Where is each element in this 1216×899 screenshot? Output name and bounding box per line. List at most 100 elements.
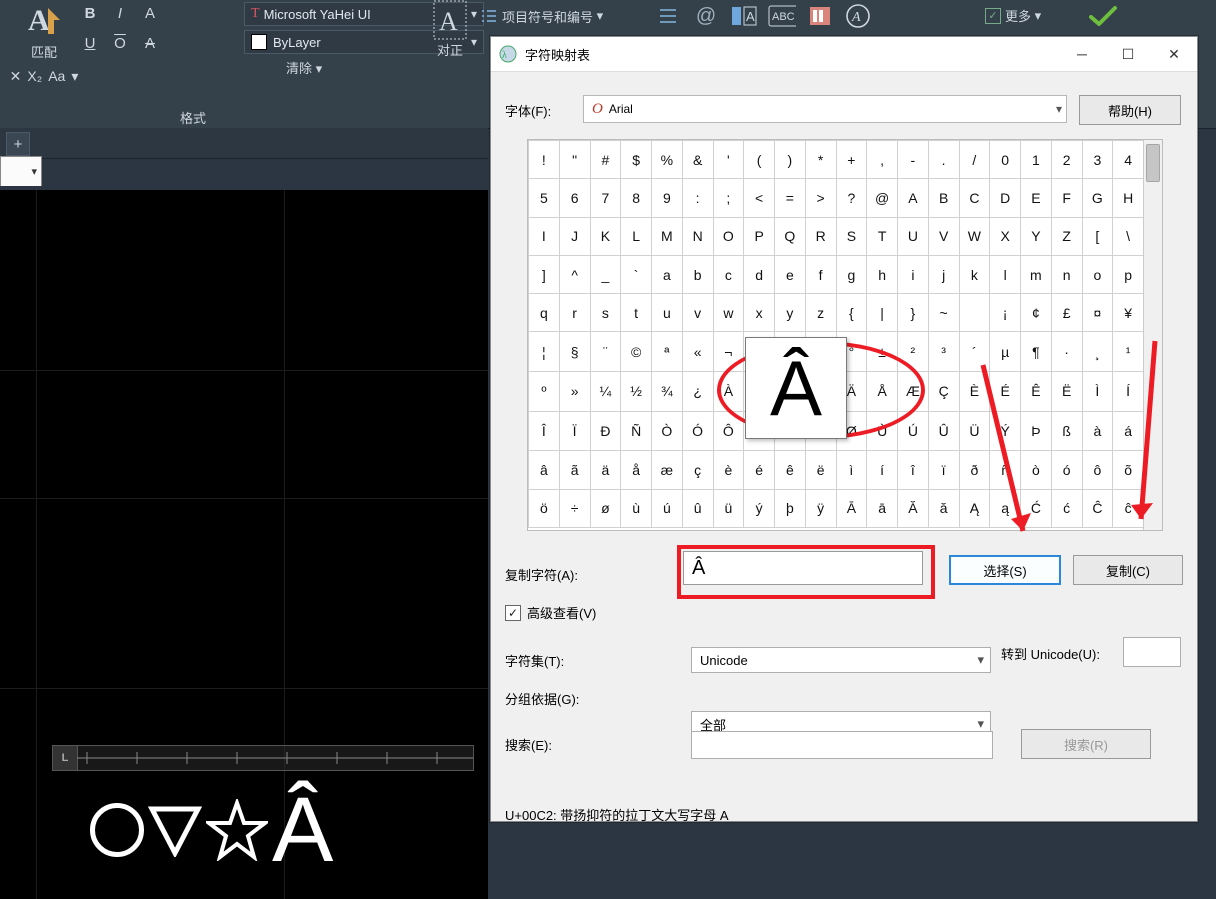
new-tab-button[interactable]: + [6, 132, 30, 156]
char-cell[interactable]: ¥ [1113, 294, 1144, 332]
char-cell[interactable]: ; [713, 179, 744, 217]
char-cell[interactable]: X [990, 217, 1021, 255]
char-cell[interactable]: , [867, 141, 898, 179]
char-cell[interactable]: ð [959, 451, 990, 489]
char-cell[interactable]: O [713, 217, 744, 255]
char-cell[interactable]: d [744, 255, 775, 293]
char-cell[interactable]: @ [867, 179, 898, 217]
char-cell[interactable]: V [928, 217, 959, 255]
char-cell[interactable]: ] [529, 255, 560, 293]
char-cell[interactable]: ¤ [1082, 294, 1113, 332]
char-cell[interactable]: Ă [898, 489, 929, 527]
char-cell[interactable]: " [559, 141, 590, 179]
char-cell[interactable]: % [652, 141, 683, 179]
char-cell[interactable]: v [682, 294, 713, 332]
char-cell[interactable]: ' [713, 141, 744, 179]
char-cell[interactable]: l [990, 255, 1021, 293]
char-cell[interactable]: ¨ [590, 332, 621, 371]
char-cell[interactable]: Ĉ [1082, 489, 1113, 527]
char-cell[interactable]: Û [928, 412, 959, 451]
char-cell[interactable]: ñ [990, 451, 1021, 489]
char-cell[interactable]: ù [621, 489, 652, 527]
match-icon[interactable]: A [24, 0, 64, 40]
char-cell[interactable]: Ì [1082, 371, 1113, 411]
char-cell[interactable]: § [559, 332, 590, 371]
char-cell[interactable]: y [775, 294, 806, 332]
char-cell[interactable]: o [1082, 255, 1113, 293]
char-cell[interactable]: ¶ [1021, 332, 1052, 371]
char-cell[interactable]: · [1051, 332, 1082, 371]
char-cell[interactable]: M [652, 217, 683, 255]
char-cell[interactable]: p [1113, 255, 1144, 293]
at-symbol-icon[interactable]: @ [692, 4, 720, 28]
minimize-button[interactable]: ─ [1059, 37, 1105, 71]
char-cell[interactable]: ½ [621, 371, 652, 411]
char-cell[interactable]: Ā [836, 489, 867, 527]
char-cell[interactable]: ÿ [805, 489, 836, 527]
char-cell[interactable]: E [1021, 179, 1052, 217]
char-cell[interactable]: 7 [590, 179, 621, 217]
underline-icon[interactable]: U [78, 32, 102, 54]
char-cell[interactable]: ¢ [1021, 294, 1052, 332]
drawing-canvas[interactable]: L Â [0, 190, 488, 899]
char-cell[interactable]: ` [621, 255, 652, 293]
char-cell[interactable]: à [1082, 412, 1113, 451]
char-cell[interactable]: ø [590, 489, 621, 527]
strike-icon[interactable]: A [138, 32, 162, 54]
char-cell[interactable]: Y [1021, 217, 1052, 255]
small-tool-2[interactable]: X₂ [27, 67, 42, 85]
clear-format[interactable]: 清除 ▾ [286, 58, 322, 77]
char-cell[interactable]: w [713, 294, 744, 332]
char-cell[interactable]: Ò [652, 412, 683, 451]
char-cell[interactable]: 9 [652, 179, 683, 217]
text-ruler[interactable]: L [52, 745, 474, 771]
char-cell[interactable]: k [959, 255, 990, 293]
char-cell[interactable]: 6 [559, 179, 590, 217]
char-cell[interactable]: $ [621, 141, 652, 179]
char-cell[interactable]: ¬ [713, 332, 744, 371]
char-cell[interactable]: ´ [959, 332, 990, 371]
char-cell[interactable]: Î [529, 412, 560, 451]
char-cell[interactable]: ò [1021, 451, 1052, 489]
char-cell[interactable]: > [805, 179, 836, 217]
char-cell[interactable]: ç [682, 451, 713, 489]
char-cell[interactable]: û [682, 489, 713, 527]
small-tool-4[interactable]: ▾ [71, 67, 78, 85]
char-cell[interactable]: Ù [867, 412, 898, 451]
search-button[interactable]: 搜索(R) [1021, 729, 1151, 759]
char-cell[interactable]: ó [1051, 451, 1082, 489]
char-cell[interactable]: ¿ [682, 371, 713, 411]
char-cell[interactable]: { [836, 294, 867, 332]
char-cell[interactable]: t [621, 294, 652, 332]
char-cell[interactable]: ã [559, 451, 590, 489]
char-cell[interactable]: Ç [928, 371, 959, 411]
char-cell[interactable]: » [559, 371, 590, 411]
char-cell[interactable]: s [590, 294, 621, 332]
char-cell[interactable]: ! [529, 141, 560, 179]
char-cell[interactable]: ² [898, 332, 929, 371]
char-cell[interactable]: - [898, 141, 929, 179]
char-cell[interactable]: B [928, 179, 959, 217]
char-cell[interactable]: Ý [990, 412, 1021, 451]
char-cell[interactable]: Q [775, 217, 806, 255]
char-cell[interactable]: õ [1113, 451, 1144, 489]
search-field[interactable] [691, 731, 993, 759]
bullets-dropdown[interactable]: 项目符号和编号 ▾ [480, 6, 640, 26]
char-cell[interactable]: g [836, 255, 867, 293]
char-cell[interactable]: D [990, 179, 1021, 217]
charset-select[interactable]: Unicode▾ [691, 647, 991, 673]
char-cell[interactable]: / [959, 141, 990, 179]
char-cell[interactable]: À [713, 371, 744, 411]
char-cell[interactable]: ö [529, 489, 560, 527]
char-cell[interactable]: 3 [1082, 141, 1113, 179]
char-cell[interactable]: J [559, 217, 590, 255]
char-cell[interactable]: q [529, 294, 560, 332]
char-cell[interactable]: Ô [713, 412, 744, 451]
char-cell[interactable]: & [682, 141, 713, 179]
font-select[interactable]: O Arial ▾ [583, 95, 1067, 123]
char-cell[interactable]: Ê [1021, 371, 1052, 411]
char-cell[interactable]: } [898, 294, 929, 332]
circle-a-icon[interactable]: A [844, 4, 872, 28]
dialog-titlebar[interactable]: λ 字符映射表 ─ ☐ ✕ [491, 37, 1197, 72]
char-cell[interactable]: G [1082, 179, 1113, 217]
